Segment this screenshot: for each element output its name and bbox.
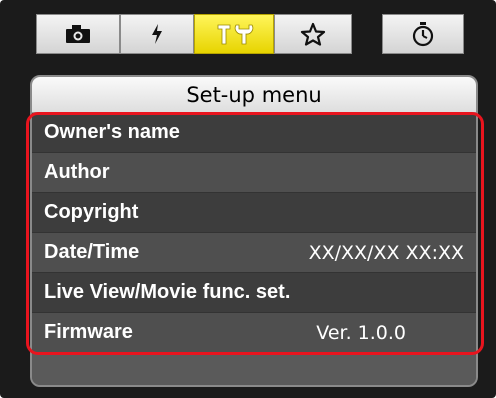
tab-flash[interactable] — [120, 14, 194, 54]
tab-shooting[interactable] — [36, 14, 120, 54]
menu-item-label: Firmware — [44, 321, 133, 343]
menu-item-label: Live View/Movie func. set. — [44, 281, 291, 303]
panel-title: Set-up menu — [32, 77, 476, 113]
camera-settings-window: Set-up menu Owner's name Author Copyrigh… — [0, 0, 496, 398]
menu-item-label: Owner's name — [44, 121, 180, 143]
firmware-version-value: Ver. 1.0.0 — [316, 321, 406, 344]
date-time-value: XX/XX/XX XX:XX — [308, 241, 464, 264]
menu-item-label: Copyright — [44, 201, 139, 223]
camera-icon — [65, 24, 91, 44]
setup-menu-list: Owner's name Author Copyright Date/Time … — [32, 113, 476, 353]
flash-icon — [150, 23, 164, 45]
menu-item-date-time[interactable]: Date/Time XX/XX/XX XX:XX — [32, 233, 476, 273]
tab-timer[interactable] — [382, 14, 464, 54]
tab-setup[interactable] — [194, 14, 274, 54]
setup-menu-panel: Set-up menu Owner's name Author Copyrigh… — [30, 75, 478, 387]
menu-item-copyright[interactable]: Copyright — [32, 193, 476, 233]
menu-item-author[interactable]: Author — [32, 153, 476, 193]
tab-my-menu[interactable] — [274, 14, 352, 54]
panel-empty-area — [32, 353, 476, 385]
menu-item-owners-name[interactable]: Owner's name — [32, 113, 476, 153]
menu-item-live-view-movie[interactable]: Live View/Movie func. set. — [32, 273, 476, 313]
star-icon — [300, 22, 326, 46]
menu-item-label: Author — [44, 161, 110, 183]
timer-icon — [411, 21, 435, 47]
setup-wrench-icon — [214, 22, 254, 46]
menu-item-label: Date/Time — [44, 241, 140, 263]
menu-item-firmware[interactable]: Firmware Ver. 1.0.0 — [32, 313, 476, 353]
